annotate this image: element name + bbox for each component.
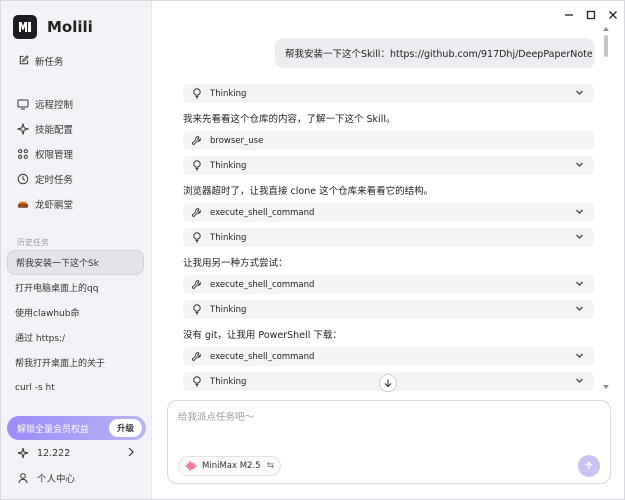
- profile-item[interactable]: 个人中心: [17, 469, 75, 487]
- nav-remote-control[interactable]: 远程控制: [1, 91, 152, 116]
- tool-step[interactable]: execute_shell_command: [183, 275, 594, 294]
- upgrade-button[interactable]: 升级: [108, 419, 142, 437]
- assistant-message: 浏览器超时了，让我直接 clone 这个仓库来看看它的结构。: [183, 186, 434, 197]
- chevron-right-icon[interactable]: [127, 447, 135, 460]
- step-label: Thinking: [210, 304, 247, 315]
- app-name: Molili: [47, 18, 93, 36]
- nav-scheduled-tasks[interactable]: 定时任务: [1, 166, 152, 191]
- history-item[interactable]: 使用clawhub命: [7, 300, 144, 325]
- history-item[interactable]: 通过 https:/: [7, 325, 144, 350]
- user-icon: [17, 472, 29, 484]
- step-label: execute_shell_command: [210, 207, 315, 218]
- chevron-down-icon[interactable]: [575, 207, 584, 219]
- step-label: execute_shell_command: [210, 279, 315, 290]
- nav-label: 权限管理: [35, 149, 74, 161]
- chevron-down-icon[interactable]: [575, 351, 584, 363]
- scrollbar[interactable]: [603, 27, 609, 389]
- credits-item[interactable]: 12.222: [17, 444, 70, 462]
- nav-lobster-hall[interactable]: 龙虾鹂堂: [1, 191, 152, 216]
- nav-skill-config[interactable]: 技能配置: [1, 116, 152, 141]
- nav-label: 定时任务: [35, 174, 74, 186]
- bulb-icon: [191, 88, 202, 99]
- chevron-down-icon[interactable]: [575, 304, 584, 316]
- task-input[interactable]: [178, 409, 598, 439]
- remote-control-icon: [17, 98, 29, 110]
- wrench-icon: [191, 135, 202, 146]
- step-label: Thinking: [210, 376, 247, 387]
- waveform-icon: [185, 461, 197, 471]
- chevron-down-icon[interactable]: [575, 376, 584, 388]
- send-button[interactable]: [578, 455, 600, 477]
- step-label: Thinking: [210, 160, 247, 171]
- nav-label: 龙虾鹂堂: [35, 199, 74, 211]
- chat-area: 帮我安装一下这个Skill：https://github.com/917Dhj/…: [153, 1, 625, 499]
- skill-icon: [17, 122, 29, 135]
- sparkle-icon: [17, 447, 29, 459]
- scroll-to-bottom-button[interactable]: [379, 374, 397, 392]
- bulb-icon: [191, 160, 202, 171]
- composer: MiniMax M2.5 ⇆: [167, 400, 611, 484]
- credits-value: 12.222: [37, 447, 71, 459]
- step-label: browser_use: [210, 135, 264, 146]
- wrench-icon: [191, 207, 202, 218]
- scroll-down-arrow-icon[interactable]: [603, 385, 609, 389]
- tool-step[interactable]: browser_use: [183, 131, 594, 150]
- thinking-step[interactable]: Thinking: [183, 228, 594, 247]
- history-item[interactable]: 打开电脑桌面上的qq: [7, 275, 144, 300]
- assistant-message: 没有 git，让我用 PowerShell 下载：: [183, 330, 342, 341]
- new-task-button[interactable]: 新任务: [1, 48, 152, 73]
- swap-icon: ⇆: [266, 461, 275, 471]
- history-item[interactable]: curl -s ht: [7, 375, 144, 400]
- user-message: 帮我安装一下这个Skill：https://github.com/917Dhj/…: [275, 38, 595, 68]
- history-section-label: 历史任务: [17, 238, 49, 247]
- history-item[interactable]: 帮我安装一下这个Sk: [7, 250, 144, 275]
- lobster-icon: [17, 198, 29, 210]
- step-label: execute_shell_command: [210, 351, 315, 362]
- history-item[interactable]: 帮我打开桌面上的关于: [7, 350, 144, 375]
- step-label: Thinking: [210, 232, 247, 243]
- history-list: 帮我安装一下这个Sk 打开电脑桌面上的qq 使用clawhub命 通过 http…: [7, 250, 144, 400]
- main-nav: 远程控制 技能配置 权限管理 定时任务 龙虾鹂堂: [1, 91, 152, 216]
- chevron-down-icon[interactable]: [575, 160, 584, 172]
- bulb-icon: [191, 376, 202, 387]
- app-logo-icon: [13, 15, 37, 39]
- chevron-down-icon[interactable]: [575, 279, 584, 291]
- permission-icon: [17, 148, 29, 160]
- thinking-step[interactable]: Thinking: [183, 300, 594, 319]
- sidebar: Molili 新任务 远程控制 技能配置 权限管理 定时任务 龙虾鹂堂 历史任务…: [1, 1, 152, 499]
- tool-step[interactable]: execute_shell_command: [183, 347, 594, 366]
- arrow-down-icon: [384, 379, 392, 388]
- new-task-nav: 新任务: [1, 48, 152, 73]
- nav-label: 远程控制: [35, 99, 74, 111]
- scroll-up-arrow-icon[interactable]: [603, 27, 609, 31]
- thinking-step[interactable]: Thinking: [183, 84, 594, 103]
- assistant-message: 我来先看看这个仓库的内容，了解一下这个 Skill。: [183, 114, 396, 125]
- arrow-up-icon: [585, 461, 593, 470]
- bulb-icon: [191, 304, 202, 315]
- scroll-thumb[interactable]: [604, 35, 608, 57]
- nav-label: 技能配置: [35, 124, 74, 136]
- wrench-icon: [191, 279, 202, 290]
- app-window: Molili 新任务 远程控制 技能配置 权限管理 定时任务 龙虾鹂堂 历史任务…: [0, 0, 625, 500]
- bulb-icon: [191, 232, 202, 243]
- model-selector[interactable]: MiniMax M2.5 ⇆: [178, 456, 282, 476]
- chevron-down-icon[interactable]: [575, 232, 584, 244]
- brand: Molili: [13, 14, 93, 40]
- step-label: Thinking: [210, 88, 247, 99]
- nav-permission[interactable]: 权限管理: [1, 141, 152, 166]
- profile-label: 个人中心: [37, 474, 76, 485]
- tool-step[interactable]: execute_shell_command: [183, 203, 594, 222]
- assistant-message: 让我用另一种方式尝试：: [183, 258, 288, 269]
- new-task-label: 新任务: [35, 56, 64, 68]
- wrench-icon: [191, 351, 202, 362]
- edit-icon: [17, 55, 29, 67]
- model-name: MiniMax M2.5: [202, 461, 261, 471]
- clock-icon: [17, 173, 29, 185]
- upgrade-text: 解锁全量会员权益: [17, 424, 90, 435]
- thinking-step[interactable]: Thinking: [183, 156, 594, 175]
- chevron-down-icon[interactable]: [575, 88, 584, 100]
- upgrade-banner[interactable]: 解锁全量会员权益 升级: [7, 416, 146, 440]
